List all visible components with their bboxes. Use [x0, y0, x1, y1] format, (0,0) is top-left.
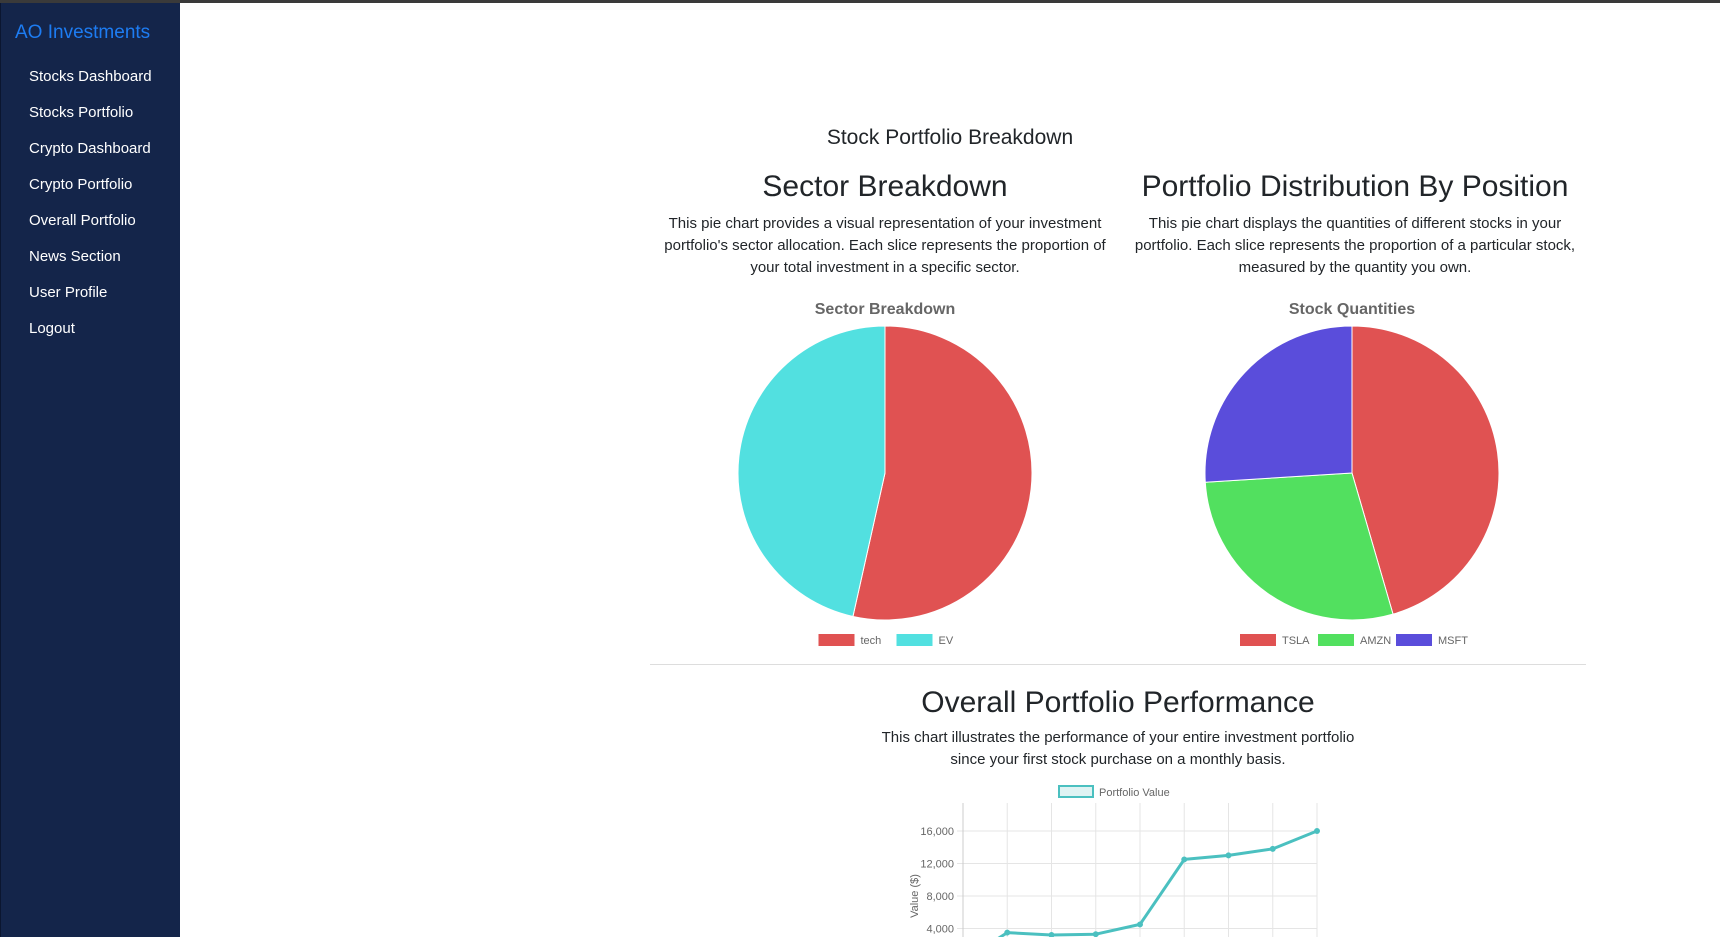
portfolio-value-point[interactable] [1092, 931, 1099, 937]
portfolio-value-point[interactable] [1004, 929, 1011, 936]
sector-legend-label-ev[interactable]: EV [939, 635, 954, 647]
quantities-chart-title: Stock Quantities [1288, 301, 1416, 318]
portfolio-value-point[interactable] [1137, 921, 1143, 928]
sector-pie-chart: tech EV [737, 325, 1033, 647]
sector-breakdown-description: This pie chart provides a visual represe… [664, 215, 1106, 276]
sector-legend-swatch-tech[interactable] [818, 634, 855, 646]
quantities-legend-swatch-amzn[interactable] [1318, 634, 1354, 646]
portfolio-value-point[interactable] [1048, 932, 1055, 937]
sector-chart-title: Sector Breakdown [814, 301, 956, 318]
y-tick-label: 16,000 [920, 826, 954, 838]
line-legend-label[interactable]: Portfolio Value [1099, 787, 1170, 799]
page-heading: Stock Portfolio Breakdown [826, 126, 1074, 149]
y-axis-label: Value ($) [909, 874, 921, 918]
nav-news-section[interactable]: News Section [29, 248, 121, 265]
portfolio-value-point[interactable] [1181, 856, 1188, 863]
sidebar: AO Investments Stocks Dashboard Stocks P… [0, 3, 180, 937]
y-tick-label: 8,000 [926, 891, 954, 903]
nav-logout[interactable]: Logout [29, 320, 75, 337]
performance-description: This chart illustrates the performance o… [881, 729, 1355, 768]
nav-user-profile[interactable]: User Profile [29, 284, 107, 301]
sector-legend-swatch-ev[interactable] [896, 634, 933, 646]
quantities-legend-label-msft[interactable]: MSFT [1438, 635, 1468, 647]
sector-slice-ev[interactable] [737, 325, 886, 618]
quantities-slice-msft[interactable] [1204, 325, 1353, 483]
quantities-legend-swatch-tsla[interactable] [1240, 634, 1276, 646]
quantities-pie-chart: TSLA AMZN MSFT [1204, 325, 1500, 647]
portfolio-value-point[interactable] [1269, 845, 1276, 852]
quantities-legend-swatch-msft[interactable] [1396, 634, 1432, 646]
y-tick-label: 4,000 [926, 924, 954, 936]
distribution-description: This pie chart displays the quantities o… [1134, 215, 1576, 276]
line-legend-swatch[interactable] [1058, 785, 1094, 798]
quantities-legend-label-amzn[interactable]: AMZN [1360, 635, 1391, 647]
nav-stocks-portfolio[interactable]: Stocks Portfolio [29, 104, 133, 121]
performance-title: Overall Portfolio Performance [921, 686, 1315, 719]
portfolio-value-point[interactable] [1314, 828, 1320, 834]
main-content: Stock Portfolio Breakdown Sector Breakdo… [180, 3, 1720, 937]
nav-crypto-dashboard[interactable]: Crypto Dashboard [29, 140, 151, 157]
portfolio-value-point[interactable] [1225, 852, 1232, 859]
section-divider [650, 664, 1586, 665]
quantities-legend-label-tsla[interactable]: TSLA [1282, 635, 1310, 647]
distribution-title: Portfolio Distribution By Position [1141, 170, 1569, 203]
brand-link[interactable]: AO Investments [15, 22, 150, 44]
sector-legend-label-tech[interactable]: tech [861, 635, 882, 647]
nav-overall-portfolio[interactable]: Overall Portfolio [29, 212, 136, 229]
portfolio-performance-line-chart: Portfolio Value 4,000 8,000 12,000 16,000 Val… [909, 785, 1320, 937]
sector-breakdown-title: Sector Breakdown [762, 170, 1008, 203]
nav-stocks-dashboard[interactable]: Stocks Dashboard [29, 68, 152, 85]
nav-crypto-portfolio[interactable]: Crypto Portfolio [29, 176, 132, 193]
y-tick-label: 12,000 [920, 859, 954, 871]
